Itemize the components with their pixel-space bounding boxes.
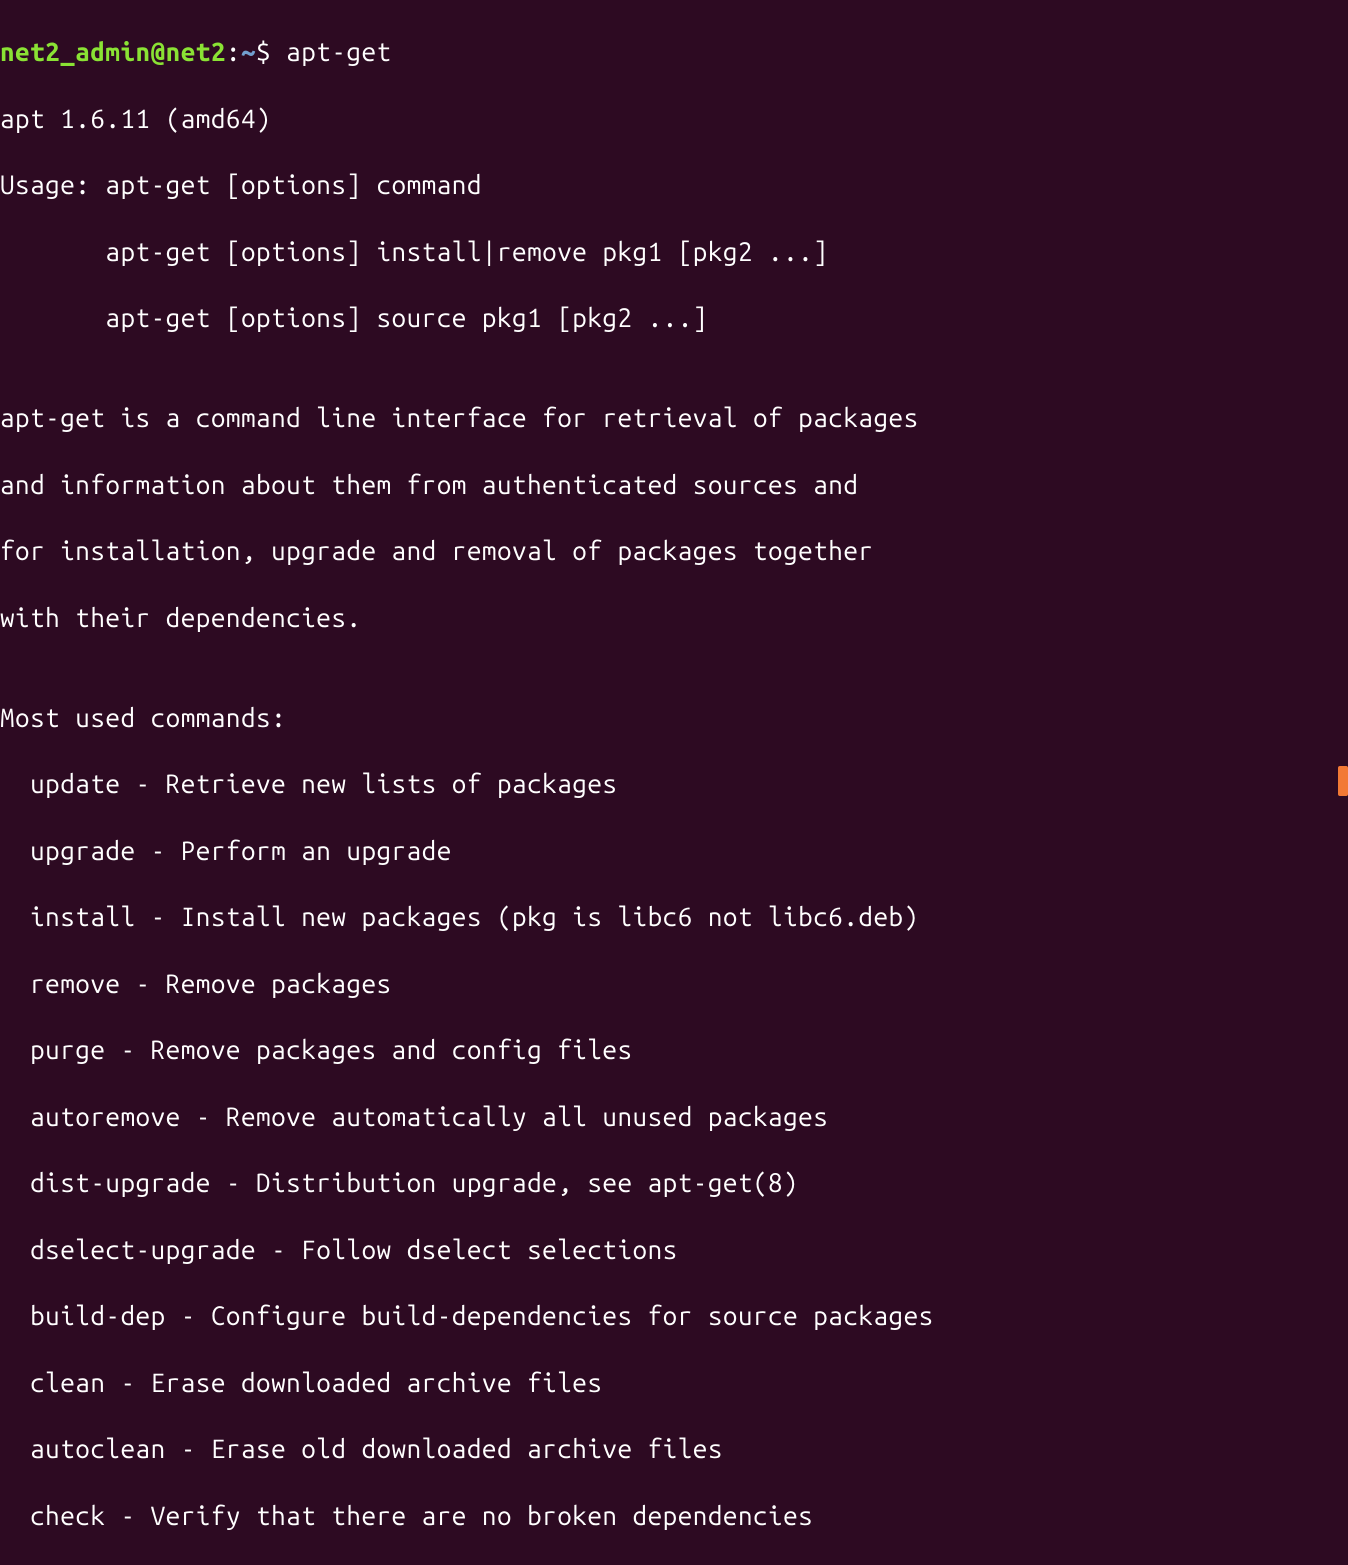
output-command-7: dselect-upgrade - Follow dselect selecti… (0, 1233, 1348, 1266)
output-command-11: check - Verify that there are no broken … (0, 1499, 1348, 1532)
output-command-9: clean - Erase downloaded archive files (0, 1366, 1348, 1399)
output-command-2: install - Install new packages (pkg is l… (0, 900, 1348, 933)
command-text: apt-get (286, 37, 391, 66)
output-desc-2: and information about them from authenti… (0, 468, 1348, 501)
terminal-output[interactable]: net2_admin@net2:~$ apt-get apt 1.6.11 (a… (0, 0, 1348, 1565)
output-command-5: autoremove - Remove automatically all un… (0, 1100, 1348, 1133)
output-command-3: remove - Remove packages (0, 967, 1348, 1000)
prompt-dollar: $ (256, 37, 286, 66)
prompt-colon: : (226, 37, 241, 66)
scrollbar-thumb[interactable] (1338, 766, 1348, 796)
scrollbar[interactable] (1336, 0, 1348, 796)
prompt-user-host: net2_admin@net2 (0, 37, 226, 66)
output-usage-1: Usage: apt-get [options] command (0, 168, 1348, 201)
output-commands-header: Most used commands: (0, 701, 1348, 734)
prompt-line: net2_admin@net2:~$ apt-get (0, 35, 1348, 68)
output-command-6: dist-upgrade - Distribution upgrade, see… (0, 1166, 1348, 1199)
output-desc-4: with their dependencies. (0, 601, 1348, 634)
output-usage-2: apt-get [options] install|remove pkg1 [p… (0, 235, 1348, 268)
output-desc-1: apt-get is a command line interface for … (0, 401, 1348, 434)
output-desc-3: for installation, upgrade and removal of… (0, 534, 1348, 567)
output-command-4: purge - Remove packages and config files (0, 1033, 1348, 1066)
output-command-1: upgrade - Perform an upgrade (0, 834, 1348, 867)
output-command-0: update - Retrieve new lists of packages (0, 767, 1348, 800)
output-version: apt 1.6.11 (amd64) (0, 102, 1348, 135)
output-usage-3: apt-get [options] source pkg1 [pkg2 ...] (0, 301, 1348, 334)
output-command-8: build-dep - Configure build-dependencies… (0, 1299, 1348, 1332)
output-command-10: autoclean - Erase old downloaded archive… (0, 1432, 1348, 1465)
prompt-path: ~ (241, 37, 256, 66)
